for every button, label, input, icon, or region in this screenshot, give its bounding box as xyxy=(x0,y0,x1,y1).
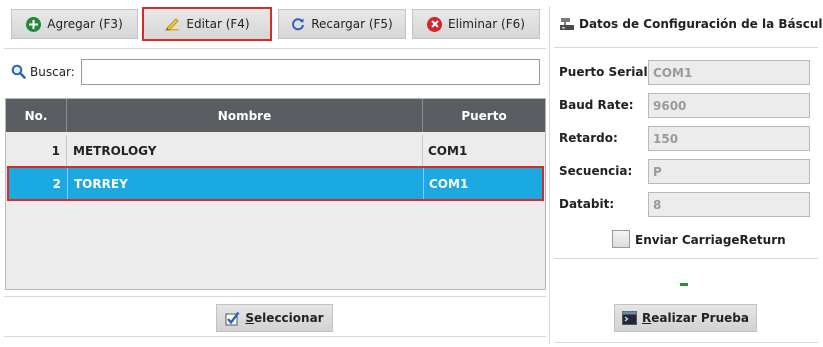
carriage-return-checkbox[interactable] xyxy=(612,230,630,248)
checkmark-icon xyxy=(225,311,240,326)
panel-title-divider xyxy=(554,47,818,48)
field-label-sequence: Secuencia: xyxy=(559,164,633,178)
refresh-icon xyxy=(291,17,305,31)
field-label-baud-rate: Baud Rate: xyxy=(559,98,634,112)
add-button-label: Agregar (F3) xyxy=(47,17,123,31)
cell-no: 2 xyxy=(9,168,68,199)
databit-field[interactable]: 8 xyxy=(648,192,810,217)
serial-port-field[interactable]: COM1 xyxy=(648,60,810,85)
search-input[interactable] xyxy=(81,59,540,85)
reload-button-label: Recargar (F5) xyxy=(311,17,393,31)
cell-nombre: METROLOGY xyxy=(67,135,423,167)
delete-button[interactable]: Eliminar (F6) xyxy=(412,9,540,39)
panel-title: Datos de Configuración de la Báscula xyxy=(560,17,823,31)
status-indicator xyxy=(680,283,688,286)
delete-button-label: Eliminar (F6) xyxy=(448,17,525,31)
x-circle-icon xyxy=(427,16,443,32)
carriage-return-label: Enviar CarriageReturn xyxy=(635,233,786,247)
cell-nombre: TORREY xyxy=(68,168,424,199)
panel-mid-divider xyxy=(554,258,818,259)
toolbar-divider xyxy=(4,48,546,49)
plus-circle-icon xyxy=(26,16,42,32)
baud-rate-field[interactable]: 9600 xyxy=(648,93,810,118)
bottom-divider xyxy=(4,336,546,337)
reload-button[interactable]: Recargar (F5) xyxy=(278,9,406,39)
table-footer-divider xyxy=(4,296,546,297)
scale-table: No. Nombre Puerto 1 METROLOGY COM1 2 TOR… xyxy=(5,98,546,290)
cell-puerto: COM1 xyxy=(429,176,469,191)
add-button[interactable]: Agregar (F3) xyxy=(11,9,138,39)
magnifier-icon xyxy=(11,64,26,79)
run-test-button[interactable]: Realizar Prueba xyxy=(614,304,757,332)
cell-no: 1 xyxy=(6,135,67,167)
scale-icon xyxy=(560,17,574,31)
edit-button-label: Editar (F4) xyxy=(186,17,250,31)
sequence-field[interactable]: P xyxy=(648,159,810,184)
table-row-selected[interactable]: 2 TORREY COM1 xyxy=(7,166,544,201)
column-header-no[interactable]: No. xyxy=(6,99,67,132)
field-label-serial-port: Puerto Serial: xyxy=(559,65,653,79)
column-header-nombre[interactable]: Nombre xyxy=(67,99,423,132)
pencil-icon xyxy=(164,17,180,31)
edit-button[interactable]: Editar (F4) xyxy=(142,7,272,41)
select-button-label: Seleccionar xyxy=(245,311,324,325)
table-row[interactable]: 1 METROLOGY COM1 xyxy=(6,135,545,168)
terminal-icon xyxy=(622,311,637,325)
delay-field[interactable]: 150 xyxy=(648,126,810,151)
panel-divider xyxy=(549,6,550,344)
field-label-delay: Retardo: xyxy=(559,131,618,145)
panel-title-text: Datos de Configuración de la Báscula xyxy=(579,17,823,31)
field-label-databit: Databit: xyxy=(559,197,615,211)
run-test-button-label: Realizar Prueba xyxy=(642,311,749,325)
column-header-puerto[interactable]: Puerto xyxy=(423,99,545,132)
search-label-text: Buscar: xyxy=(30,64,75,79)
table-header: No. Nombre Puerto xyxy=(6,99,545,132)
select-button[interactable]: Seleccionar xyxy=(216,304,333,332)
search-label: Buscar: xyxy=(11,64,75,79)
panel-bottom-divider xyxy=(554,342,818,343)
cell-puerto: COM1 xyxy=(428,144,468,158)
